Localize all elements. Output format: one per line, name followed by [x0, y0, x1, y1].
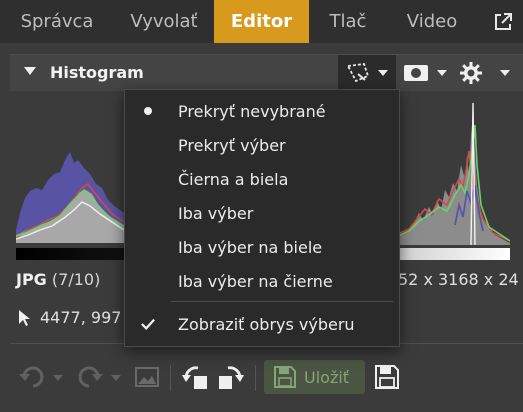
save-button[interactable]: Uložiť	[264, 360, 365, 394]
top-navigation: Správca Vyvolať Editor Tlač Video	[0, 0, 523, 43]
check-icon	[141, 318, 155, 331]
tab-tlac[interactable]: Tlač	[309, 0, 387, 43]
image-button[interactable]	[130, 355, 164, 399]
histogram-graph-right	[395, 102, 510, 260]
menu-item-label: Iba výber na čierne	[178, 271, 333, 291]
chevron-down-icon[interactable]	[53, 375, 63, 381]
save-as-icon	[375, 365, 399, 389]
save-as-button[interactable]	[370, 355, 404, 399]
menu-item-label: Zobraziť obrys výberu	[178, 314, 355, 334]
selection-overlay-icon	[346, 63, 370, 83]
tab-vyvolat[interactable]: Vyvolať	[114, 0, 214, 43]
gear-icon	[460, 62, 482, 84]
toolbar-separator	[170, 365, 171, 391]
chevron-down-icon	[378, 70, 388, 76]
chevron-down-icon[interactable]	[437, 70, 447, 76]
selection-overlay-menu: Prekryť nevybrané Prekryť výber Čierna a…	[124, 89, 400, 347]
settings-button[interactable]	[459, 61, 483, 89]
save-label: Uložiť	[304, 367, 350, 387]
menu-item-label: Prekryť výber	[178, 135, 286, 155]
menu-item-prekryt-nevybrane[interactable]: Prekryť nevybrané	[125, 94, 399, 128]
menu-item-iba-vyber-na-cierne[interactable]: Iba výber na čierne	[125, 264, 399, 298]
tab-video[interactable]: Video	[387, 0, 477, 43]
menu-item-cierna-a-biela[interactable]: Čierna a biela	[125, 162, 399, 196]
menu-item-prekryt-vyber[interactable]: Prekryť výber	[125, 128, 399, 162]
bullet-icon	[144, 107, 152, 115]
format-label: JPG	[16, 270, 47, 289]
menu-item-label: Prekryť nevybrané	[178, 101, 326, 121]
redo-icon	[78, 366, 103, 388]
external-link-button[interactable]	[483, 0, 523, 43]
rotate-right-button[interactable]	[214, 355, 246, 399]
cursor-icon	[19, 309, 30, 326]
rotate-left-icon	[182, 366, 207, 389]
image-dimensions: 52 x 3168 x 24	[398, 270, 518, 289]
cursor-position: 4477, 997	[18, 308, 121, 327]
tab-spravca[interactable]: Správca	[0, 0, 114, 43]
undo-icon	[19, 366, 44, 388]
menu-separator	[171, 301, 393, 302]
mask-button[interactable]	[403, 64, 429, 86]
external-link-icon	[495, 12, 512, 30]
menu-item-iba-vyber-na-biele[interactable]: Iba výber na biele	[125, 230, 399, 264]
image-format: JPG (7/10)	[16, 270, 100, 289]
histogram-header[interactable]: Histogram	[10, 54, 523, 91]
cursor-coords: 4477, 997	[40, 308, 122, 327]
menu-item-zobrazit-obrys[interactable]: Zobraziť obrys výberu	[125, 307, 399, 341]
histogram-title: Histogram	[50, 63, 144, 82]
histogram-graph-left	[16, 152, 124, 260]
menu-item-label: Iba výber	[178, 203, 254, 223]
menu-item-label: Iba výber na biele	[178, 237, 323, 257]
redo-button[interactable]	[72, 355, 108, 399]
rotate-right-icon	[219, 366, 244, 389]
tab-editor[interactable]: Editor	[214, 0, 309, 43]
edit-toolbar: Uložiť	[0, 355, 523, 399]
chevron-down-icon[interactable]	[500, 70, 510, 76]
undo-button[interactable]	[14, 355, 50, 399]
save-icon	[274, 366, 296, 388]
image-icon	[135, 367, 159, 387]
selection-overlay-button[interactable]	[338, 55, 396, 91]
collapse-caret-icon[interactable]	[24, 67, 36, 75]
menu-item-iba-vyber[interactable]: Iba výber	[125, 196, 399, 230]
chevron-down-icon[interactable]	[111, 375, 121, 381]
rotate-left-button[interactable]	[180, 355, 212, 399]
menu-item-label: Čierna a biela	[178, 169, 289, 189]
image-count: (7/10)	[51, 270, 101, 289]
mask-icon	[404, 65, 428, 81]
toolbar-separator	[255, 365, 256, 391]
